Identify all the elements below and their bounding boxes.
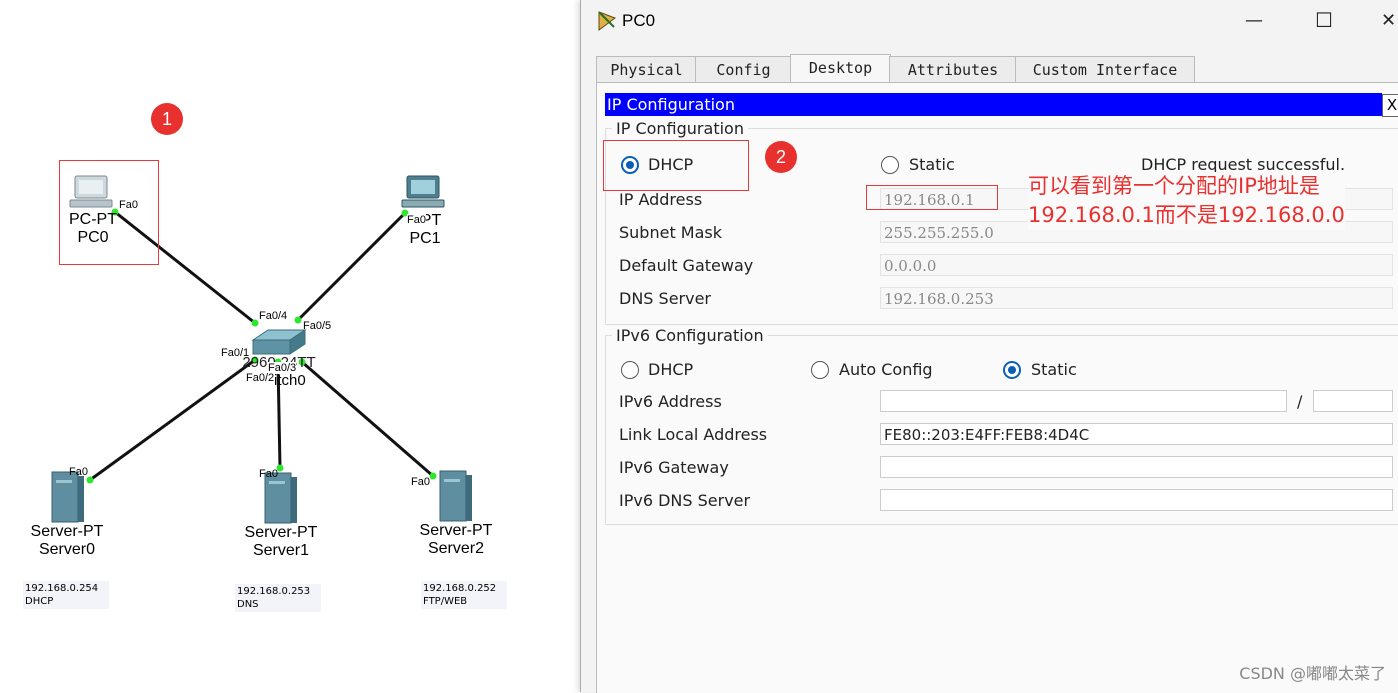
pc0-label[interactable]: PC-PT PC0	[56, 211, 130, 247]
ipv6-address-label: IPv6 Address	[619, 392, 722, 411]
ipv6-gateway-label: IPv6 Gateway	[619, 458, 729, 477]
step-2-badge: 2	[765, 141, 797, 173]
switch-icon	[251, 329, 307, 355]
default-gateway-label: Default Gateway	[619, 256, 754, 275]
server2-name: Server2	[427, 540, 485, 557]
switch-port-fa0-5: Fa0/5	[303, 320, 332, 332]
ipv6-static-radio[interactable]	[1003, 361, 1021, 379]
server1-note-ip: 192.168.0.253	[237, 586, 311, 597]
server2-note-ip: 192.168.0.252	[423, 583, 497, 594]
ipv6-dhcp-label[interactable]: DHCP	[648, 360, 693, 379]
pc0-port-label: Fa0	[119, 199, 138, 211]
pc1-name: PC1	[409, 230, 441, 247]
pc1-port-label: Fa0	[407, 214, 426, 226]
server2-note[interactable]: 192.168.0.252 FTP/WEB	[421, 581, 507, 609]
tab-attributes[interactable]: Attributes	[889, 56, 1017, 83]
ipv4-static-radio[interactable]	[881, 156, 899, 174]
server1-note[interactable]: 192.168.0.253 DNS	[235, 584, 321, 612]
dns-server-field[interactable]: 192.168.0.253	[880, 287, 1393, 309]
ip-config-close-button[interactable]: X	[1382, 94, 1398, 117]
server1-icon	[264, 472, 297, 524]
ipv6-prefix-field[interactable]	[1313, 390, 1393, 412]
server1-name: Server1	[252, 542, 310, 559]
tab-desktop[interactable]: Desktop	[790, 54, 891, 84]
server1-model: Server-PT	[244, 524, 318, 541]
server2-model: Server-PT	[419, 522, 493, 539]
tab-config[interactable]: Config	[695, 56, 792, 83]
server0-note[interactable]: 192.168.0.254 DHCP	[23, 581, 109, 609]
server2-icon	[439, 470, 472, 522]
link-local-address-label: Link Local Address	[619, 425, 768, 444]
annotation-line-1: 可以看到第一个分配的IP地址是	[1028, 174, 1320, 198]
link-server2-switch	[301, 360, 434, 478]
ipv4-static-label[interactable]: Static	[909, 155, 955, 174]
ip-config-app-bar: IP Configuration	[605, 93, 1382, 116]
ipv6-auto-config-radio[interactable]	[811, 361, 829, 379]
pc0-window: PC0 — ☐ ✕ Physical Config Desktop Attrib…	[580, 0, 1398, 693]
window-title: PC0	[622, 11, 656, 30]
subnet-mask-label: Subnet Mask	[619, 223, 723, 242]
link-server0-switch	[89, 358, 256, 482]
topology-canvas[interactable]: 1 PC-PT PC0 Fa0 PT PC1 Fa0 Fa0/4 Fa0/5 F…	[0, 0, 580, 692]
ipv6-auto-config-label[interactable]: Auto Config	[839, 360, 933, 379]
ipv6-static-label[interactable]: Static	[1031, 360, 1077, 379]
ipv6-address-field[interactable]	[880, 390, 1287, 412]
ipv6-gateway-field[interactable]	[880, 456, 1393, 478]
ipv6-dns-server-field[interactable]	[880, 489, 1393, 511]
server2-note-role: FTP/WEB	[423, 596, 468, 607]
dns-server-label: DNS Server	[619, 289, 711, 308]
ipv6-dhcp-radio[interactable]	[621, 361, 639, 379]
server0-note-role: DHCP	[25, 596, 54, 607]
server0-port-label: Fa0	[69, 466, 88, 478]
server0-model: Server-PT	[30, 523, 104, 540]
link-local-address-field[interactable]: FE80::203:E4FF:FEB8:4D4C	[880, 423, 1393, 445]
step-1-badge: 1	[151, 103, 183, 135]
switch-name-label[interactable]: itch0	[274, 372, 306, 390]
server1-port-label: Fa0	[259, 468, 278, 480]
ipv4-group-title: IP Configuration	[612, 119, 748, 138]
server1-label[interactable]: Server-PT Server1	[236, 524, 326, 560]
close-button[interactable]: ✕	[1381, 10, 1396, 31]
pc1-computer-icon	[401, 175, 445, 208]
server2-label[interactable]: Server-PT Server2	[411, 522, 501, 558]
server2-port-label: Fa0	[411, 476, 430, 488]
csdn-watermark: CSDN @嘟嘟太菜了	[1239, 664, 1386, 683]
annotation-line-2: 192.168.0.1而不是192.168.0.0	[1028, 203, 1345, 227]
desktop-content: IP Configuration X IP Configuration DHCP…	[596, 82, 1398, 693]
default-gateway-field[interactable]: 0.0.0.0	[880, 254, 1393, 276]
server0-name: Server0	[38, 541, 96, 558]
server0-icon	[51, 471, 84, 523]
ipv6-dns-server-label: IPv6 DNS Server	[619, 491, 751, 510]
minimize-button[interactable]: —	[1245, 10, 1263, 31]
tab-physical[interactable]: Physical	[596, 56, 697, 83]
switch-port-fa0-4: Fa0/4	[259, 310, 288, 322]
pc0-model: PC-PT	[69, 211, 117, 228]
annotation-text: 可以看到第一个分配的IP地址是 192.168.0.1而不是192.168.0.…	[1028, 172, 1345, 230]
ipv6-group-title: IPv6 Configuration	[612, 326, 768, 345]
ip-address-label: IP Address	[619, 190, 703, 209]
server0-note-ip: 192.168.0.254	[25, 583, 99, 594]
packet-tracer-app-icon	[598, 11, 617, 31]
tab-custom-interface[interactable]: Custom Interface	[1015, 56, 1195, 83]
server0-label[interactable]: Server-PT Server0	[22, 523, 112, 559]
ipv6-prefix-separator: /	[1297, 392, 1303, 411]
maximize-button[interactable]: ☐	[1315, 8, 1333, 32]
pc0-name: PC0	[77, 229, 109, 246]
window-titlebar[interactable]: PC0 — ☐ ✕	[581, 0, 1398, 44]
ip-address-highlight-box	[866, 185, 998, 210]
switch-port-fa0-2: Fa0/2	[246, 372, 275, 384]
dhcp-highlight-box	[603, 140, 749, 191]
link-pc1-switch	[296, 211, 407, 322]
server1-note-role: DNS	[237, 599, 259, 610]
